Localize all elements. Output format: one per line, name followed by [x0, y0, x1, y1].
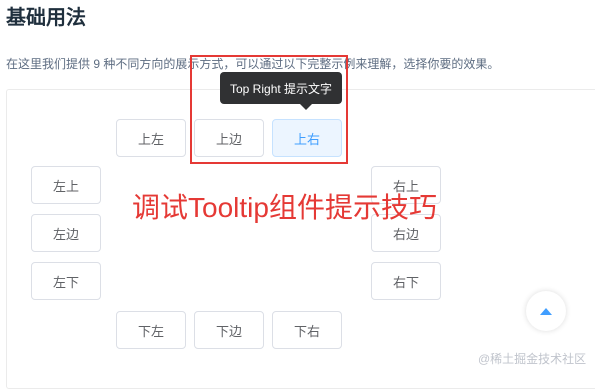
left-button[interactable]: 左边	[31, 214, 101, 252]
bottom-button[interactable]: 下边	[194, 311, 264, 349]
watermark: @稀土掘金技术社区	[478, 352, 587, 366]
left-start-button[interactable]: 左上	[31, 166, 101, 204]
highlight-box	[190, 55, 348, 164]
top-start-button[interactable]: 上左	[116, 119, 186, 157]
bottom-end-button[interactable]: 下右	[272, 311, 342, 349]
annotation-caption: 调试Tooltip组件提示技巧	[132, 192, 437, 223]
right-end-button[interactable]: 右下	[371, 262, 441, 300]
bottom-start-button[interactable]: 下左	[116, 311, 186, 349]
left-end-button[interactable]: 左下	[31, 262, 101, 300]
back-to-top-button[interactable]	[526, 291, 566, 331]
page-title: 基础用法	[6, 7, 86, 29]
caret-up-icon	[540, 307, 552, 315]
